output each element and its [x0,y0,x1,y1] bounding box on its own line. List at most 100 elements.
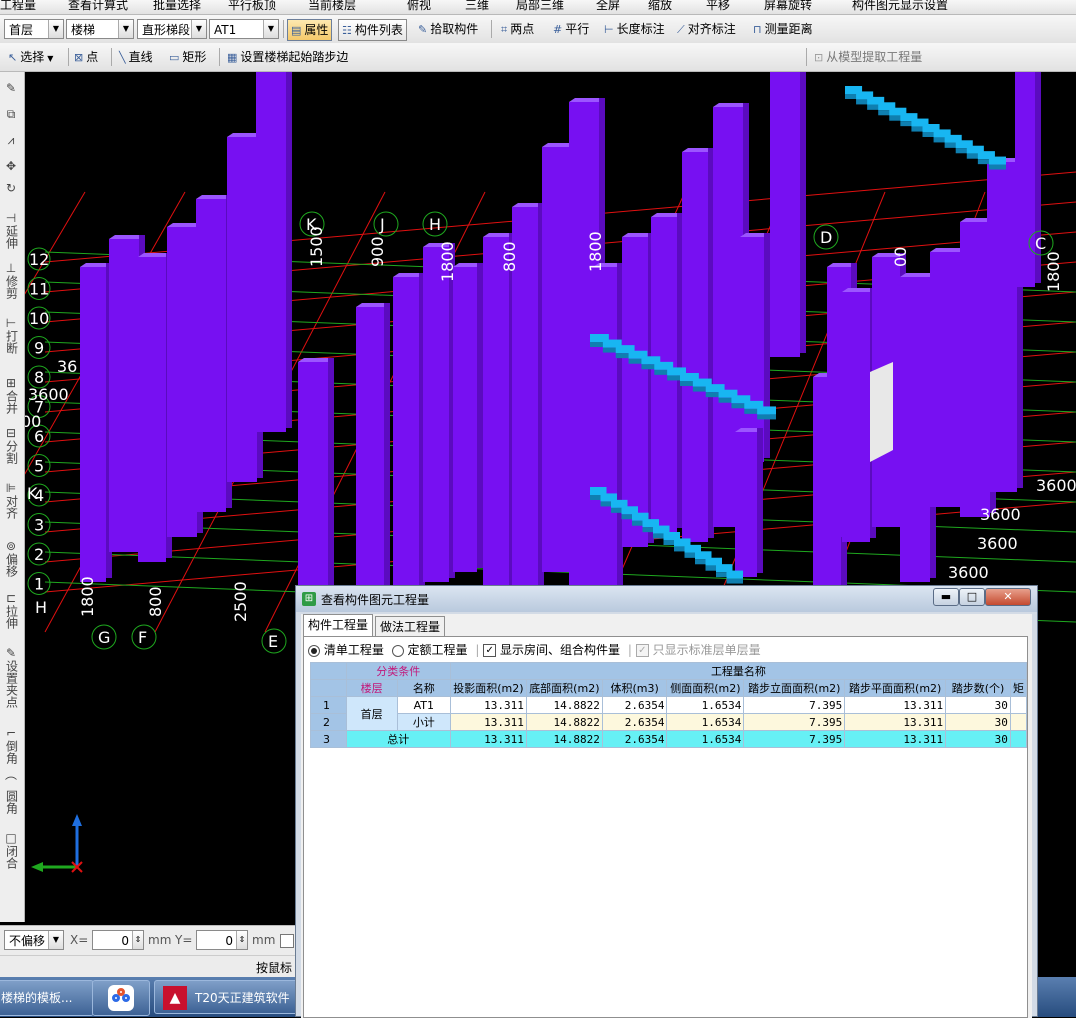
rotate-icon[interactable]: ↻ [0,182,22,195]
tool-chamfer[interactable]: ⌐ 倒角 [0,727,22,767]
menu-local-3d[interactable]: 局部三维 [516,0,564,14]
task-stair-template[interactable]: 楼梯的模板... [0,980,94,1016]
extract-qty-button[interactable]: ⊡ 从模型提取工程量 [814,46,922,68]
floor-select[interactable]: 首层 ▼ [4,19,64,39]
col-step-count[interactable]: 踏步数(个) [945,679,1011,697]
axis-bubble-left: 1 [27,572,51,595]
dim-36: 36 [57,357,77,376]
menu-qty[interactable]: 工程量 [0,0,36,14]
menu-3d[interactable]: 三维 [465,0,489,14]
tool-merge[interactable]: ⊞ 合并 [0,377,22,417]
align-mark-button[interactable]: ⟋ 对齐标注 [677,18,736,40]
axis-bubble-left: 2 [27,542,51,566]
measure-icon: ⊓ [753,23,762,36]
copy-icon[interactable]: ⧉ [0,108,22,121]
merge-icon: ⊞ [5,376,17,390]
tool-split[interactable]: ⊟ 分割 [0,427,22,467]
attributes-label: 属性 [304,23,329,37]
group-header: 分类条件 [345,662,451,680]
length-mark-button[interactable]: ⊢ 长度标注 [604,18,665,40]
x-input[interactable]: 0 ⇕ [92,930,144,950]
tool-grip[interactable]: ✎ 设置夹点 [0,647,22,711]
dim-1800-top: 1800 [438,241,457,282]
menu-batch-select[interactable]: 批量选择 [153,0,201,14]
tool-extend[interactable]: ⊣ 延伸 [0,212,22,252]
table-row[interactable]: 2 小计 13.311 14.8822 2.6354 1.6534 7.395 … [310,713,1028,731]
qty-list-radio[interactable] [308,644,320,657]
parallel-button[interactable]: # 平行 [553,18,589,40]
mirror-icon[interactable]: ⩘ [0,134,22,147]
pick-component-button[interactable]: ✎ 拾取构件 [418,18,478,40]
col-side-area[interactable]: 侧面面积(m2) [666,679,745,697]
value: 7.395 [809,698,843,712]
length-mark-label: 长度标注 [616,22,665,36]
cell-value: 7.395 [743,730,846,748]
maximize-icon: □ [966,590,978,603]
line-button[interactable]: ╲ 直线 [119,46,153,68]
rotate-checkbox[interactable] [280,934,294,948]
menu-current-floor[interactable]: 当前楼层 [308,0,356,14]
table-row[interactable]: 3 总计 13.311 14.8822 2.6354 1.6534 7.395 … [310,730,1028,748]
qty-quota-radio[interactable] [391,644,404,657]
show-room-checkbox[interactable]: ✓ [483,644,497,657]
tool-offset[interactable]: ⊚ 偏移 [0,540,22,580]
col-projected-area[interactable]: 投影面积(m2) [449,679,527,697]
close-button[interactable]: ✕ [985,588,1031,606]
task-app-baidu[interactable] [92,980,150,1016]
category-value: 楼梯 [71,23,96,37]
cell-value: 14.8822 [525,713,603,731]
subtype-select[interactable]: 直形梯段 ▼ [137,19,207,39]
tab-method-qty[interactable]: 做法工程量 [375,616,446,637]
col-tread-area[interactable]: 踏步平面面积(m2) [844,679,947,697]
y-input[interactable]: 0 ⇕ [196,930,248,950]
menu-rotate[interactable]: 屏幕旋转 [764,0,812,14]
set-stair-edge-button[interactable]: ▦ 设置楼梯起始踏步边 [227,46,348,68]
col-volume[interactable]: 体积(m3) [601,679,668,697]
dialog-titlebar[interactable]: ⊞ 查看构件图元工程量 ▬ □ ✕ [296,586,1037,612]
std-floor-checkbox[interactable]: ✓ [635,644,649,657]
point-button[interactable]: ⊠ 点 [74,46,98,68]
axis-label-left: 2 [34,545,44,564]
measure-button[interactable]: ⊓ 测量距离 [753,18,813,40]
menu-slab-top[interactable]: 平行板顶 [228,0,276,14]
two-points-button[interactable]: ⌗ 两点 [501,18,534,40]
dim-00-left: 00 [25,412,41,431]
rect-button[interactable]: ▭ 矩形 [169,46,206,68]
component-list-button[interactable]: ☷ 构件列表 [338,19,407,41]
menu-pan[interactable]: 平移 [706,0,730,14]
maximize-button[interactable]: □ [959,588,985,606]
col-floor[interactable]: 楼层 [345,679,398,697]
tool-close[interactable]: □ 闭合 [0,832,22,872]
tab-component-qty-label: 构件工程量 [308,618,369,632]
category-select[interactable]: 楼梯 ▼ [66,19,134,39]
menu-fullscreen[interactable]: 全屏 [596,0,620,14]
tool-trim[interactable]: ⊥ 修剪 [0,262,22,302]
select-button[interactable]: ↖ 选择 ▼ [8,46,53,68]
menu-display-settings[interactable]: 构件图元显示设置 [852,0,948,14]
minimize-button[interactable]: ▬ [933,588,959,606]
stair-edge-icon: ▦ [227,51,238,64]
tab-component-qty[interactable]: 构件工程量 [303,614,374,637]
menu-view-formula[interactable]: 查看计算式 [68,0,128,14]
col-riser-area[interactable]: 踏步立面面积(m2) [743,679,846,697]
component-select[interactable]: AT1 ▼ [209,19,279,39]
column [356,303,390,632]
offset-mode-select[interactable]: 不偏移 ▼ [4,930,64,950]
attributes-button[interactable]: ▤ 属性 [287,19,333,41]
tool-align[interactable]: ⊫ 对齐 [0,482,22,522]
col-truncated[interactable]: 矩 [1009,679,1028,697]
corner-cell [310,662,347,680]
col-name[interactable]: 名称 [396,679,451,697]
task-t20[interactable]: ▲ T20天正建筑软件 [154,980,299,1014]
menu-zoom[interactable]: 缩放 [648,0,672,14]
tool-break[interactable]: ⊢ 打断 [0,317,22,357]
cell-name: 小计 [396,713,451,731]
move-icon[interactable]: ✥ [0,160,22,173]
tool-fillet[interactable]: ⌒ 圆角 [0,777,22,817]
table-row[interactable]: 1 首层 AT1 13.311 14.8822 2.6354 1.6534 7.… [310,696,1028,731]
col-bottom-area[interactable]: 底部面积(m2) [525,679,603,697]
pen-icon[interactable]: ✎ [0,82,22,95]
tool-stretch[interactable]: ⊏ 拉伸 [0,592,22,632]
menu-top-view[interactable]: 俯视 [407,0,431,14]
qty-header-label: 工程量名称 [710,665,766,678]
